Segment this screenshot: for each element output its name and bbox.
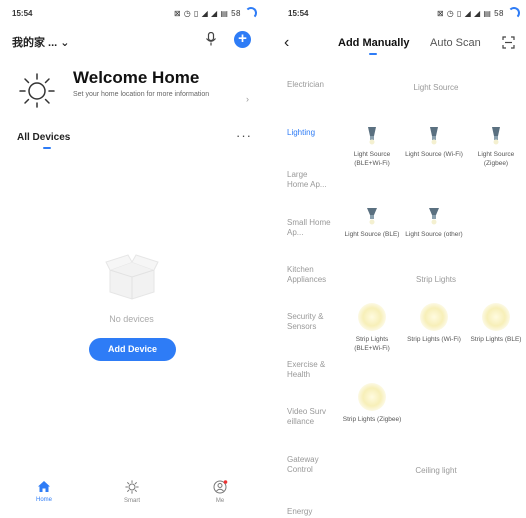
chevron-right-icon[interactable]: › <box>246 94 249 104</box>
device-label: Light Source (BLE) <box>344 231 400 238</box>
tab-add-manually[interactable]: Add Manually <box>338 37 410 49</box>
device-tile[interactable]: Light Source (Zigbee) <box>466 124 526 168</box>
bulb-icon <box>430 127 438 145</box>
status-bar: 15:54 ⊠ ◷ ▯ ◢ ◢ ▤ 58 <box>276 0 526 22</box>
scan-icon[interactable] <box>502 36 515 49</box>
microphone-icon[interactable] <box>205 32 217 46</box>
tab-all-devices[interactable]: All Devices <box>17 132 70 143</box>
add-device-screen: 15:54 ⊠ ◷ ▯ ◢ ◢ ▤ 58 ‹ Add Manually Auto… <box>276 0 526 518</box>
category-video-surveillance[interactable]: Video Surv eillance <box>287 407 329 427</box>
device-label: Strip Lights (Zigbee) <box>342 416 402 423</box>
category-security-sensors[interactable]: Security & Sensors <box>287 312 331 332</box>
device-tile[interactable]: Strip Lights (Zigbee) <box>342 383 402 424</box>
device-tile[interactable]: Strip Lights (Wi-Fi) <box>404 303 464 344</box>
status-icons: ⊠ ◷ ▯ ◢ ◢ ▤ 58 <box>173 9 241 18</box>
strip-light-icon <box>358 383 386 411</box>
chevron-down-icon: ⌄ <box>60 37 70 49</box>
add-plus-button[interactable]: + <box>234 31 251 48</box>
section-title-light-source: Light Source <box>413 83 459 92</box>
category-kitchen-appliances[interactable]: Kitchen Appliances <box>287 265 331 285</box>
loading-icon <box>508 7 520 19</box>
home-screen: 15:54 ⊠ ◷ ▯ ◢ ◢ ▤ 58 我的家 ... ⌄ + Welcome… <box>0 0 263 518</box>
category-gateway-control[interactable]: Gateway Control <box>287 455 327 475</box>
device-label: Light Source (other) <box>405 231 463 238</box>
home-icon <box>38 481 50 492</box>
bulb-icon <box>429 208 439 225</box>
empty-box-icon <box>105 254 159 300</box>
category-energy[interactable]: Energy <box>287 507 347 517</box>
bottom-nav: Home Smart Me <box>0 478 263 518</box>
nav-home[interactable]: Home <box>24 480 64 503</box>
device-label: Strip Lights (Wi-Fi) <box>407 336 461 343</box>
category-electrician[interactable]: Electrician <box>287 80 347 90</box>
tab-indicator <box>43 147 51 149</box>
home-selector[interactable]: 我的家 ... ⌄ <box>12 34 70 50</box>
empty-state-text: No devices <box>109 314 154 324</box>
more-options-icon[interactable]: ··· <box>236 128 252 143</box>
category-large-home-appliances[interactable]: Large Home Ap... <box>287 170 331 190</box>
bulb-icon <box>368 127 376 145</box>
status-time: 15:54 <box>12 9 33 18</box>
category-lighting[interactable]: Lighting <box>287 128 347 138</box>
section-title-strip-lights: Strip Lights <box>415 275 457 284</box>
device-label: Strip Lights (BLE+Wi-Fi) <box>354 336 390 352</box>
tab-indicator <box>369 53 377 55</box>
status-bar: 15:54 ⊠ ◷ ▯ ◢ ◢ ▤ 58 <box>0 0 263 22</box>
status-time: 15:54 <box>288 9 309 18</box>
nav-me[interactable]: Me <box>200 480 240 504</box>
plus-icon: + <box>238 30 247 47</box>
bulb-icon <box>492 127 500 145</box>
welcome-subtitle[interactable]: Set your home location for more informat… <box>73 91 223 99</box>
sun-icon <box>19 73 55 108</box>
tab-auto-scan[interactable]: Auto Scan <box>430 37 481 49</box>
device-tile[interactable]: Strip Lights (BLE+Wi-Fi) <box>342 303 402 353</box>
sun-icon <box>125 480 139 494</box>
strip-light-icon <box>482 303 510 331</box>
device-tile[interactable]: Light Source (BLE) <box>342 204 402 239</box>
category-exercise-health[interactable]: Exercise & Health <box>287 360 331 380</box>
add-device-button[interactable]: Add Device <box>89 338 176 361</box>
bulb-icon <box>367 208 377 225</box>
device-tile[interactable]: Light Source (BLE+Wi-Fi) <box>342 124 402 168</box>
nav-me-label: Me <box>215 498 225 504</box>
device-label: Light Source (BLE+Wi-Fi) <box>353 151 391 167</box>
home-name: 我的家 ... <box>12 37 58 49</box>
category-small-home-appliances[interactable]: Small Home Ap... <box>287 218 331 238</box>
nav-home-label: Home <box>35 497 52 503</box>
device-tile[interactable]: Light Source (other) <box>404 204 464 239</box>
strip-light-icon <box>420 303 448 331</box>
welcome-title: Welcome Home <box>73 68 200 87</box>
nav-smart-label: Smart <box>123 498 140 504</box>
back-arrow-icon[interactable]: ‹ <box>284 34 289 52</box>
device-tile[interactable]: Strip Lights (BLE) <box>466 303 526 344</box>
section-title-ceiling-light: Ceiling light <box>415 466 457 475</box>
nav-smart[interactable]: Smart <box>112 480 152 504</box>
device-label: Strip Lights (BLE) <box>470 336 522 343</box>
device-tile[interactable]: Light Source (Wi-Fi) <box>404 124 464 159</box>
status-icons: ⊠ ◷ ▯ ◢ ◢ ▤ 58 <box>436 9 504 18</box>
loading-icon <box>245 7 257 19</box>
device-label: Light Source (Zigbee) <box>477 151 515 167</box>
device-label: Light Source (Wi-Fi) <box>405 151 463 158</box>
strip-light-icon <box>358 303 386 331</box>
profile-icon <box>213 480 227 494</box>
